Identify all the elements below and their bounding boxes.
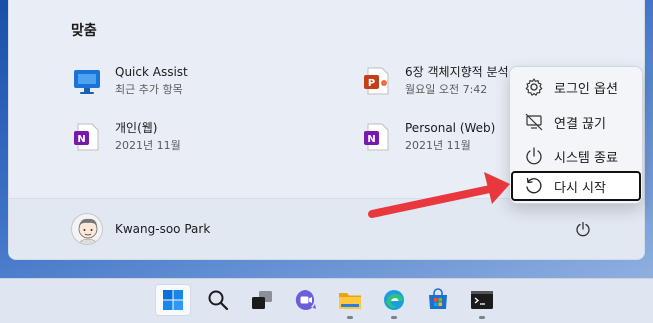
chat-button[interactable] (288, 284, 324, 316)
menu-item-label: 다시 시작 (554, 180, 606, 196)
file-explorer-button[interactable] (332, 284, 368, 316)
edge-browser-icon (384, 290, 404, 310)
recommended-item-onenote-web[interactable]: N Personal (Web) 2021년 11월 (361, 120, 495, 154)
search-icon (208, 290, 229, 311)
recommended-item-subtitle: 최근 추가 항목 (115, 83, 183, 96)
recommended-item-subtitle: 2021년 11월 (405, 139, 471, 152)
power-menu: 로그인 옵션 연결 끊기 시스템 종료 다시 시작 (509, 66, 643, 204)
task-view-button[interactable] (244, 284, 280, 316)
avatar-illustration-icon (78, 218, 98, 244)
running-indicator (391, 316, 397, 319)
recommended-item-onenote-personal[interactable]: N 개인(웹) 2021년 11월 (71, 120, 181, 154)
terminal-icon (471, 291, 493, 309)
avatar (71, 213, 103, 245)
microsoft-store-icon (429, 288, 447, 309)
shut-down-menu-item[interactable]: 시스템 종료 (514, 141, 638, 171)
recommended-section-title: 맞춤 (71, 23, 97, 39)
start-button[interactable] (155, 284, 191, 316)
disconnect-icon (525, 113, 543, 131)
user-name: Kwang-soo Park (115, 222, 211, 236)
running-indicator (479, 316, 485, 319)
menu-item-label: 시스템 종료 (554, 150, 618, 166)
disconnect-menu-item[interactable]: 연결 끊기 (514, 107, 638, 137)
task-view-icon (252, 291, 272, 309)
restart-menu-item[interactable]: 다시 시작 (511, 171, 641, 201)
menu-item-label: 로그인 옵션 (554, 81, 618, 97)
onenote-icon: N (74, 123, 99, 151)
recommended-item-name: Quick Assist (115, 65, 188, 79)
menu-item-label: 연결 끊기 (554, 116, 606, 132)
gear-icon (525, 78, 543, 96)
svg-text:N: N (77, 134, 85, 145)
recommended-item-quick-assist[interactable]: Quick Assist 최근 추가 항목 (71, 64, 188, 98)
recommended-item-subtitle: 2021년 11월 (115, 139, 181, 152)
search-button[interactable] (200, 284, 236, 316)
windows-start-icon (163, 290, 183, 310)
onenote-icon: N (364, 123, 389, 151)
recommended-item-powerpoint[interactable]: P 6장 객체지향적 분석 … 월요일 오전 7:42 (361, 64, 524, 98)
edge-browser-button[interactable] (376, 284, 412, 316)
recommended-item-subtitle: 월요일 오전 7:42 (405, 83, 488, 96)
sign-in-options-menu-item[interactable]: 로그인 옵션 (514, 72, 638, 102)
svg-text:N: N (367, 134, 375, 145)
recommended-item-name: 개인(웹) (115, 121, 158, 135)
power-icon (576, 221, 590, 237)
teams-chat-icon (295, 289, 316, 310)
file-explorer-icon (339, 293, 361, 309)
user-account-button[interactable]: Kwang-soo Park (71, 213, 210, 245)
svg-text:P: P (368, 78, 375, 89)
running-indicator (347, 316, 353, 319)
terminal-button[interactable] (464, 284, 500, 316)
recommended-item-name: Personal (Web) (405, 121, 496, 135)
quick-assist-icon (74, 70, 100, 94)
power-button[interactable] (570, 216, 596, 242)
powerpoint-file-icon: P (364, 67, 389, 95)
power-icon (526, 147, 542, 165)
restart-icon (526, 177, 542, 194)
taskbar (0, 278, 653, 323)
recommended-item-name: 6장 객체지향적 분석 … (405, 65, 525, 79)
microsoft-store-button[interactable] (420, 284, 456, 316)
